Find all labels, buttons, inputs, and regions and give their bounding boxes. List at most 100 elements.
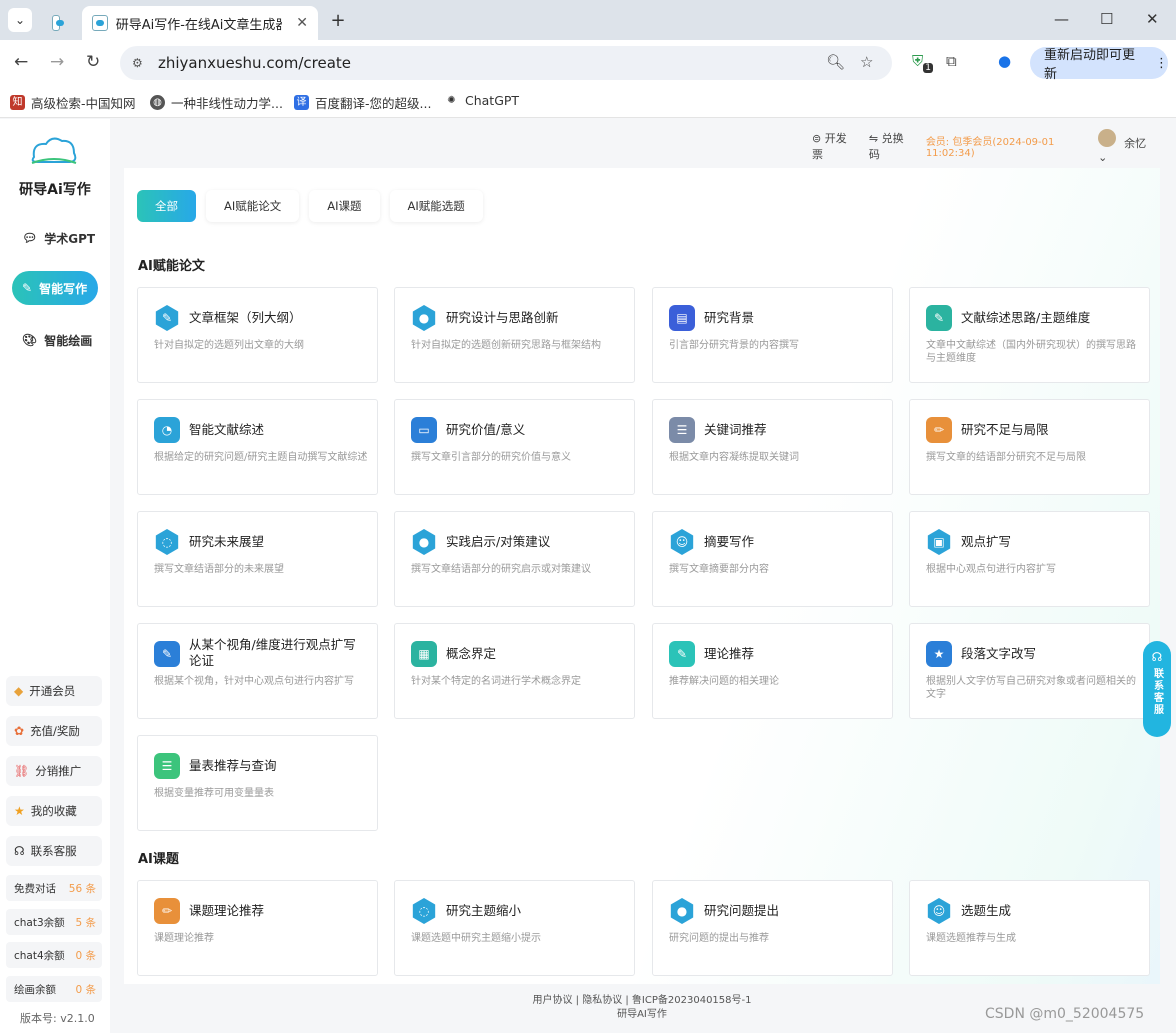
close-tab-icon[interactable]: ✕	[296, 15, 308, 31]
feature-card[interactable]: ✏ 课题理论推荐 课题理论推荐	[137, 880, 378, 976]
card-description: 针对某个特定的名词进行学术概念界定	[411, 676, 581, 687]
stack-icon: ☰	[669, 417, 695, 443]
update-button[interactable]: 重新启动即可更新 ⋮	[1030, 47, 1168, 82]
extensions-puzzle-icon[interactable]: ⧉	[946, 52, 957, 70]
cnki-icon: 知	[10, 95, 25, 110]
card-title: 关键词推荐	[704, 422, 767, 437]
feature-card[interactable]: ● 研究设计与思路创新 针对自拟定的选题创新研究思路与框架结构	[394, 287, 635, 383]
feature-card[interactable]: ● 实践启示/对策建议 撰写文章结语部分的研究启示或对策建议	[394, 511, 635, 607]
open-membership-button[interactable]: ◆ 开通会员	[6, 676, 102, 706]
nav-label: 学术GPT	[44, 231, 96, 246]
card-title: 研究主题缩小	[446, 903, 522, 918]
card-description: 根据文章内容凝练提取关键词	[669, 452, 799, 463]
card-description: 针对自拟定的选题创新研究思路与框架结构	[411, 340, 601, 351]
card-description: 撰写文章摘要部分内容	[669, 564, 769, 575]
filter-ai-selection[interactable]: AI赋能选题	[389, 190, 483, 222]
redeem-link[interactable]: ⇋ 兑换码	[869, 130, 918, 162]
bookmark-baidu[interactable]: 译百度翻译-您的超级...	[294, 93, 431, 112]
card-description: 根据中心观点句进行内容扩写	[926, 564, 1056, 575]
quota-label: 绘画余额	[14, 983, 56, 996]
card-title: 文章框架（列大纲）	[189, 310, 302, 325]
quota-label: chat3余额	[14, 916, 65, 929]
profile-icon[interactable]: ●	[998, 52, 1011, 70]
site-info-icon[interactable]: ⚙	[132, 56, 148, 70]
card-description: 根据别人文字仿写自己研究对象或者问题相关的文字	[926, 676, 1136, 700]
zoom-search-icon[interactable]: 🔍︎	[826, 53, 845, 71]
nav-smart-drawing[interactable]: 🎨︎ 智能绘画	[12, 323, 98, 357]
feature-card[interactable]: ☺ 摘要写作 撰写文章摘要部分内容	[652, 511, 893, 607]
app-logo[interactable]	[28, 135, 80, 171]
card-description: 课题选题推荐与生成	[926, 933, 1016, 944]
feature-card[interactable]: ✎ 从某个视角/维度进行观点扩写论证根据某个视角，针对中心观点句进行内容扩写	[137, 623, 378, 719]
recharge-button[interactable]: ✿ 充值/奖励	[6, 716, 102, 746]
button-label: 分销推广	[35, 764, 82, 778]
card-title: 段落文字改写	[961, 646, 1037, 661]
card-description: 根据给定的研究问题/研究主题自动撰写文献综述	[154, 452, 368, 463]
invoice-link[interactable]: ⊜ 开发票	[812, 130, 861, 162]
feature-card[interactable]: ▭ 研究价值/意义 撰写文章引言部分的研究价值与意义	[394, 399, 635, 495]
card-description: 文章中文献综述（国内外研究现状）的撰写思路与主题维度	[926, 340, 1136, 364]
back-icon[interactable]: ←	[14, 52, 28, 72]
card-description: 根据某个视角，针对中心观点句进行内容扩写	[154, 676, 354, 687]
pen-icon: ✎	[22, 281, 33, 295]
edit-doc-icon: ✎	[154, 641, 180, 667]
card-title: 从某个视角/维度进行观点扩写论证	[189, 637, 356, 668]
bookmark-star-icon[interactable]: ☆	[860, 53, 873, 71]
feature-card[interactable]: ✎ 文献综述思路/主题维度 文章中文献综述（国内外研究现状）的撰写思路与主题维度	[909, 287, 1150, 383]
award-icon: ★	[926, 641, 952, 667]
filter-all[interactable]: 全部	[137, 190, 196, 222]
contact-service-button[interactable]: ☊ 联系客服	[6, 836, 102, 866]
feature-card[interactable]: ☰ 量表推荐与查询 根据变量推荐可用变量量表	[137, 735, 378, 831]
feature-card[interactable]: ✎ 理论推荐 推荐解决问题的相关理论	[652, 623, 893, 719]
window-close-icon[interactable]: ✕	[1146, 10, 1159, 28]
feature-card[interactable]: ◌ 研究未来展望 撰写文章结语部分的未来展望	[137, 511, 378, 607]
bookmark-cnki[interactable]: 知高级检索-中国知网	[10, 93, 136, 112]
bookmark-paper[interactable]: ◍ 一种非线性动力学...	[150, 93, 283, 112]
forward-icon[interactable]: →	[50, 52, 64, 72]
globe-icon: ◍	[150, 95, 165, 110]
chevron-down-icon: ⌄	[1098, 150, 1108, 164]
maximize-icon[interactable]: ☐	[1100, 10, 1113, 28]
bookmark-chatgpt[interactable]: ✺ ChatGPT	[444, 93, 519, 108]
address-bar[interactable]: ⚙ zhiyanxueshu.com/create 🔍︎ ☆	[120, 46, 892, 80]
reload-icon[interactable]: ↻	[86, 52, 100, 72]
feature-card[interactable]: ▤ 研究背景 引言部分研究背景的内容撰写	[652, 287, 893, 383]
card-description: 撰写文章结语部分的研究启示或对策建议	[411, 564, 591, 575]
favorites-button[interactable]: ★ 我的收藏	[6, 796, 102, 826]
card-title: 研究设计与思路创新	[446, 310, 559, 325]
active-tab[interactable]: 研导Ai写作-在线Ai文章生成器- ✕	[82, 6, 318, 40]
minimize-icon[interactable]: —	[1054, 10, 1069, 28]
extension-shield-icon[interactable]: ⛨ 1	[912, 52, 933, 73]
browser-window: ⌄ 研导Ai写作-在线Ai文章生成器- ✕ + — ☐ ✕ ← → ↻ ⚙ zh…	[0, 0, 1176, 1033]
feature-card[interactable]: ☺ 选题生成 课题选题推荐与生成	[909, 880, 1150, 976]
card-description: 根据变量推荐可用变量量表	[154, 788, 274, 799]
feature-card[interactable]: ★ 段落文字改写根据别人文字仿写自己研究对象或者问题相关的文字	[909, 623, 1150, 719]
new-tab-button[interactable]: +	[326, 8, 350, 32]
feature-card[interactable]: ▣ 观点扩写 根据中心观点句进行内容扩写	[909, 511, 1150, 607]
site-favicon-icon	[52, 15, 64, 31]
filter-ai-paper[interactable]: AI赋能论文	[206, 190, 300, 222]
card-title: 研究价值/意义	[446, 422, 526, 437]
distribution-button[interactable]: ⛓ 分销推广	[6, 756, 102, 786]
feature-card[interactable]: ▦ 概念界定 针对某个特定的名词进行学术概念界定	[394, 623, 635, 719]
tab-search-button[interactable]: ⌄	[8, 8, 32, 32]
card-description: 撰写文章结语部分的未来展望	[154, 564, 284, 575]
quota-value: 5 条	[75, 916, 96, 929]
feature-card[interactable]: ✏ 研究不足与局限 撰写文章的结语部分研究不足与局限	[909, 399, 1150, 495]
quota-label: 免费对话	[14, 882, 56, 895]
feature-card[interactable]: ✎ 文章框架（列大纲） 针对自拟定的选题列出文章的大纲	[137, 287, 378, 383]
feature-card[interactable]: ● 研究问题提出 研究问题的提出与推荐	[652, 880, 893, 976]
feature-card[interactable]: ☰ 关键词推荐根据文章内容凝练提取关键词	[652, 399, 893, 495]
feature-card[interactable]: ◔ 智能文献综述 根据给定的研究问题/研究主题自动撰写文献综述	[137, 399, 378, 495]
csdn-watermark: CSDN @m0_52004575	[985, 1006, 1145, 1022]
filter-ai-topic[interactable]: AI课题	[309, 190, 380, 222]
card-description: 课题理论推荐	[154, 933, 214, 944]
nav-academic-gpt[interactable]: 💬︎ 学术GPT	[12, 221, 98, 255]
nav-smart-writing[interactable]: ✎ 智能写作	[12, 271, 98, 305]
feature-card[interactable]: ◌ 研究主题缩小 课题选题中研究主题缩小提示	[394, 880, 635, 976]
floating-contact-button[interactable]: ☊ 联系客服	[1143, 641, 1171, 737]
url-text: zhiyanxueshu.com/create	[158, 54, 352, 72]
pinned-tab[interactable]	[40, 6, 80, 40]
user-menu[interactable]: 余忆 ⌄	[1098, 128, 1168, 164]
baidu-translate-icon: 译	[294, 95, 309, 110]
